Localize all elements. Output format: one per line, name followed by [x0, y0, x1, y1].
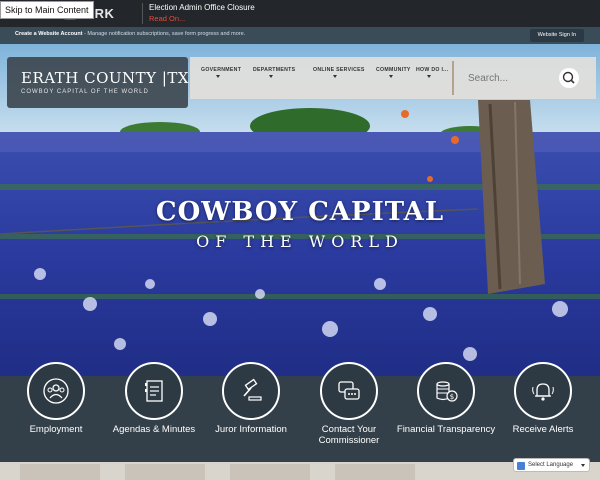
bell-icon — [532, 383, 554, 401]
quick-link-employment[interactable]: Employment — [6, 362, 106, 462]
nav-how-do-i[interactable]: HOW DO I... — [416, 67, 448, 73]
create-account-desc: - Manage notification subscriptions, sav… — [82, 31, 246, 37]
skip-to-main-link[interactable]: Skip to Main Content — [0, 1, 94, 19]
logo-subtitle: COWBOY CAPITAL OF THE WORLD — [21, 89, 149, 95]
search-button[interactable] — [559, 68, 579, 88]
coins-icon: $ — [436, 381, 458, 402]
quick-link-circle — [514, 362, 572, 420]
chevron-down-icon — [333, 75, 337, 78]
nav-government[interactable]: GOVERNMENT — [201, 67, 241, 73]
content-tile — [125, 464, 205, 480]
chevron-down-icon — [216, 75, 220, 78]
account-bar: Create a Website Account - Manage notifi… — [0, 27, 600, 44]
quick-link-label: Contact Your Commissioner — [318, 424, 380, 446]
nav-departments[interactable]: DEPARTMENTS — [253, 67, 295, 73]
quick-link-commissioner[interactable]: Contact Your Commissioner — [299, 362, 399, 462]
document-icon — [145, 380, 163, 402]
chevron-down-icon — [389, 75, 393, 78]
chevron-down-icon — [427, 75, 431, 78]
quick-link-circle — [222, 362, 280, 420]
search-icon — [562, 71, 575, 84]
quick-link-label: Employment — [29, 424, 83, 435]
content-tile — [335, 464, 415, 480]
nav-community[interactable]: COMMUNITY — [376, 67, 411, 73]
quick-link-juror[interactable]: Juror Information — [201, 362, 301, 462]
quick-link-circle — [27, 362, 85, 420]
quick-link-label: Financial Transparency — [396, 424, 496, 435]
search-input[interactable] — [452, 61, 570, 95]
translate-icon — [517, 462, 525, 470]
site-logo[interactable]: ERATH COUNTY |TX COWBOY CAPITAL OF THE W… — [7, 57, 190, 108]
language-select[interactable]: Select Language — [513, 458, 590, 472]
alert-title[interactable]: Election Admin Office Closure — [149, 3, 255, 12]
people-group-icon — [43, 378, 69, 404]
quick-link-label: Agendas & Minutes — [112, 424, 196, 435]
quick-link-financial[interactable]: $ Financial Transparency — [396, 362, 496, 462]
content-tile — [20, 464, 100, 480]
quick-link-label: Juror Information — [215, 424, 287, 435]
page-bottom-strip — [0, 462, 600, 480]
quick-link-alerts[interactable]: Receive Alerts — [493, 362, 593, 462]
logo-title: ERATH COUNTY |TX — [21, 69, 190, 87]
create-account-text: Create a Website Account - Manage notifi… — [15, 31, 245, 37]
alert-read-on-link[interactable]: Read On... — [149, 14, 185, 23]
main-nav: GOVERNMENT DEPARTMENTS ONLINE SERVICES C… — [190, 57, 448, 99]
svg-text:$: $ — [450, 393, 454, 401]
gavel-icon — [243, 378, 262, 401]
quick-link-agendas[interactable]: Agendas & Minutes — [104, 362, 204, 462]
hero-title: COWBOY CAPITAL — [155, 197, 445, 227]
chat-bubbles-icon — [338, 381, 360, 400]
quick-link-circle — [125, 362, 183, 420]
sign-in-button[interactable]: Website Sign In — [529, 29, 584, 42]
create-account-link[interactable]: Create a Website Account — [15, 31, 83, 37]
quick-link-circle — [320, 362, 378, 420]
chevron-down-icon — [581, 464, 585, 467]
nav-online-services[interactable]: ONLINE SERVICES — [313, 67, 365, 73]
content-tile — [230, 464, 310, 480]
language-select-label: Select Language — [528, 462, 574, 468]
alert-divider — [142, 3, 143, 24]
alert-bar: Skip to Main Content ORK Election Admin … — [0, 0, 600, 27]
hero-subtitle: OF THE WORLD — [196, 232, 404, 251]
quick-link-label: Receive Alerts — [512, 424, 574, 435]
quick-links-bar: Employment Agendas & Minutes Juror Infor… — [0, 362, 600, 462]
chevron-down-icon — [269, 75, 273, 78]
quick-link-circle: $ — [417, 362, 475, 420]
